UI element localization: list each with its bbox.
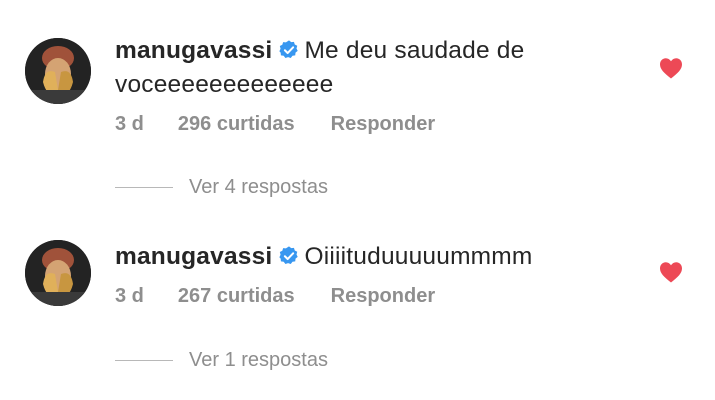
avatar[interactable] — [25, 240, 91, 306]
likes-count[interactable]: 267 curtidas — [178, 285, 295, 308]
avatar-image — [25, 240, 91, 306]
timestamp: 3 d — [115, 113, 144, 135]
replies-divider — [115, 187, 173, 188]
timestamp: 3 d — [115, 285, 144, 307]
view-replies-button[interactable]: Ver 4 respostas — [115, 176, 515, 199]
view-replies-button[interactable]: Ver 1 respostas — [115, 349, 515, 372]
view-replies-label: Ver 1 respostas — [189, 349, 328, 371]
avatar[interactable] — [25, 38, 91, 104]
heart-icon[interactable] — [659, 57, 683, 79]
replies-divider — [115, 360, 173, 361]
comment-body: manugavassi Me deu saudade de voceeeeeeee… — [115, 34, 615, 102]
username-link[interactable]: manugavassi — [115, 243, 272, 270]
comment-body: manugavassi Oiiiituduuuuummmm — [115, 240, 615, 274]
view-replies-label: Ver 4 respostas — [189, 176, 328, 198]
verified-badge-icon — [278, 39, 300, 61]
username-link[interactable]: manugavassi — [115, 37, 272, 64]
avatar-image — [25, 38, 91, 104]
comment-meta: 3 d 267 curtidas Responder — [115, 285, 635, 308]
reply-button[interactable]: Responder — [331, 285, 435, 308]
heart-icon[interactable] — [659, 261, 683, 283]
comment-text: Oiiiituduuuuummmm — [304, 243, 533, 270]
reply-button[interactable]: Responder — [331, 113, 435, 136]
verified-badge-icon — [278, 245, 300, 267]
comment-meta: 3 d 296 curtidas Responder — [115, 113, 635, 136]
likes-count[interactable]: 296 curtidas — [178, 113, 295, 136]
